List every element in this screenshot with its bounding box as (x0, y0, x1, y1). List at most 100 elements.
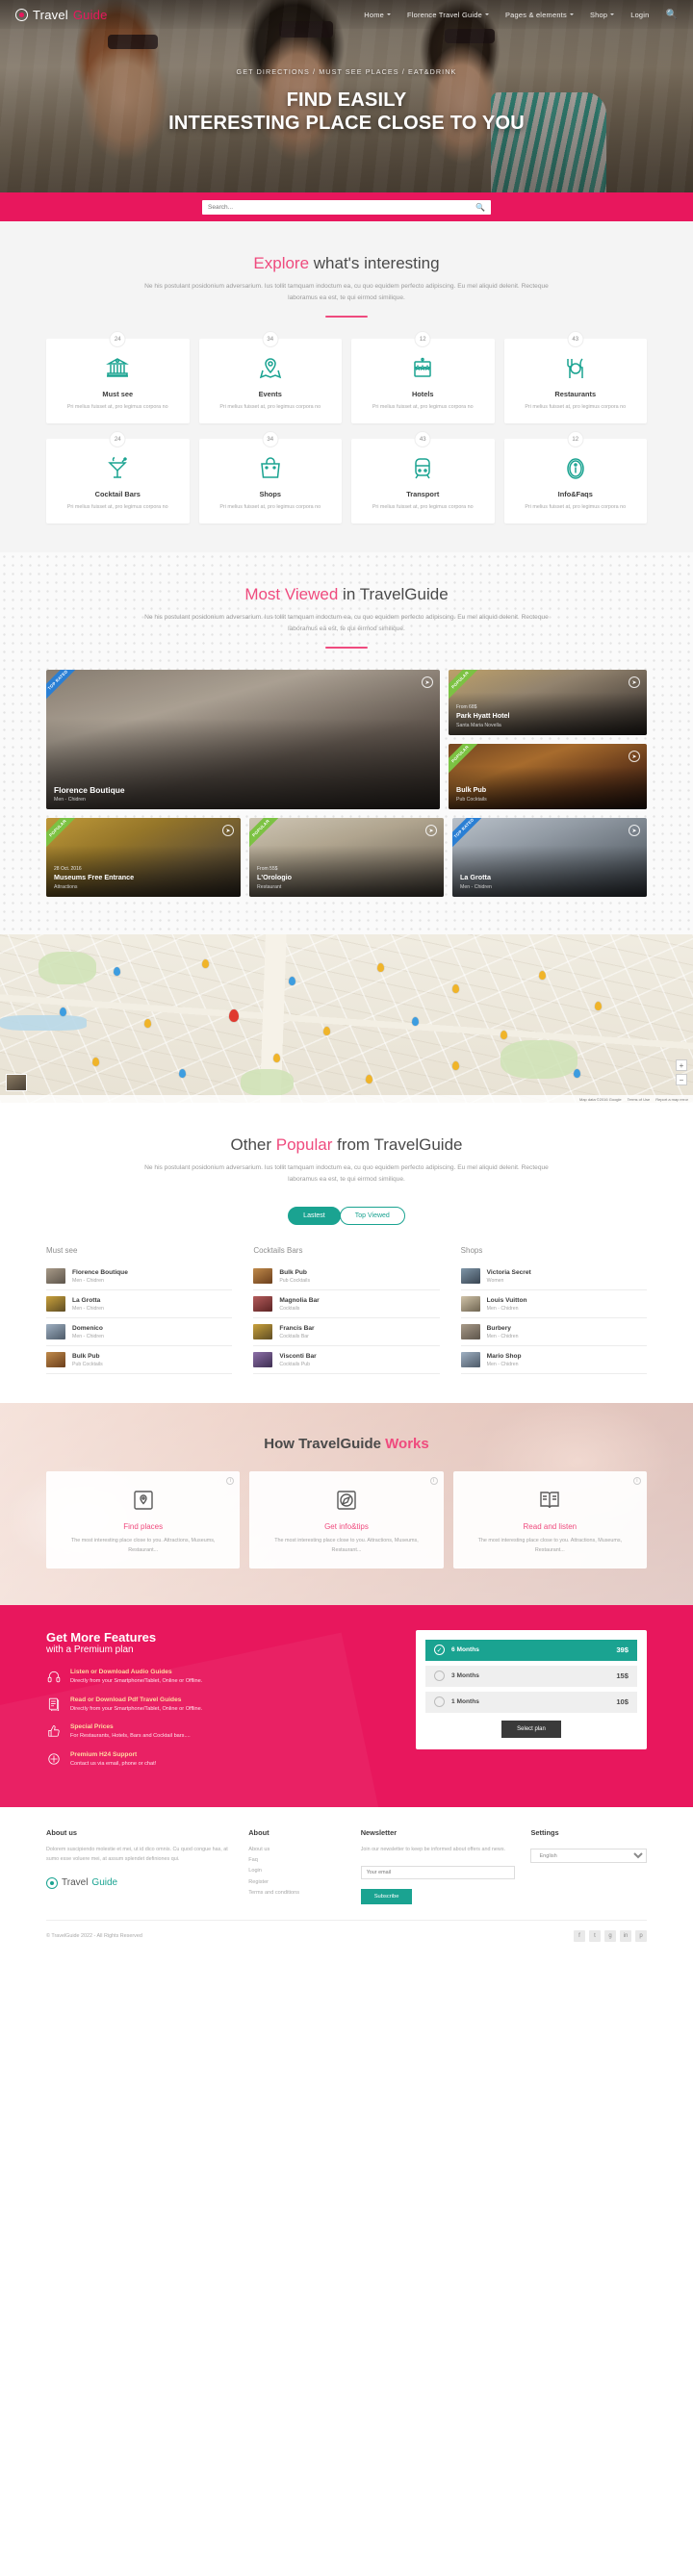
category-card-info-faqs[interactable]: 12 Info&Faqs Pri melius fuisset at, pro … (503, 431, 647, 523)
newsletter-subscribe-button[interactable]: Subscribe (360, 1888, 413, 1904)
gallery-tile-bulk-pub[interactable]: POPULAR ➤ Bulk Pub Pub Cocktails (449, 744, 647, 810)
facebook-icon[interactable]: f (574, 1929, 585, 1942)
list-item[interactable]: Francis Bar Cocktails Bar (253, 1318, 440, 1347)
footer-logo[interactable]: Travel Guide (46, 1876, 233, 1889)
category-desc: Pri melius fuisset at, pro legimus corpo… (219, 504, 321, 511)
map-pin[interactable] (92, 1058, 99, 1067)
list-item[interactable]: Bulk Pub Pub Cocktails (253, 1262, 440, 1291)
list-item[interactable]: La Grotta Men - Chidren (46, 1290, 233, 1319)
search-icon[interactable]: 🔍 (475, 203, 485, 212)
map-pin[interactable] (539, 971, 546, 981)
map-section[interactable]: + − Map data ©2016 Google Terms of Use R… (0, 934, 693, 1104)
map-pin-selected[interactable] (229, 1009, 239, 1023)
map-pin[interactable] (179, 1069, 186, 1079)
map-pin[interactable] (452, 984, 459, 994)
map-report-link[interactable]: Report a map error (655, 1097, 688, 1102)
gallery-tile-la-grotta[interactable]: TOP RATED ➤ La Grotta Men - Chidren (452, 818, 647, 898)
list-item[interactable]: Victoria Secret Women (460, 1262, 647, 1291)
map-pin[interactable] (289, 977, 295, 986)
nav-item-home[interactable]: Home (364, 11, 391, 19)
map-pin[interactable] (202, 959, 209, 969)
list-item[interactable]: Burbery Men - Chidren (460, 1318, 647, 1347)
footer-link-register[interactable]: Register (248, 1877, 345, 1888)
footer-link-terms[interactable]: Terms and conditions (248, 1888, 345, 1899)
category-count-badge: 34 (262, 331, 279, 348)
google-plus-icon[interactable]: g (604, 1929, 616, 1942)
list-item[interactable]: Bulk Pub Pub Cocktails (46, 1346, 233, 1375)
search-input[interactable] (208, 203, 476, 211)
compass-icon[interactable]: ➤ (222, 825, 234, 837)
map-zoom-out-button[interactable]: − (676, 1074, 687, 1086)
map-pin[interactable] (323, 1027, 330, 1036)
works-card-read-and-listen[interactable]: i Read and listen The most interesting p… (452, 1471, 647, 1569)
list-item-thumbnail (253, 1296, 273, 1313)
compass-icon[interactable]: ➤ (629, 825, 640, 837)
map-terms-link[interactable]: Terms of Use (628, 1097, 651, 1102)
language-select[interactable]: English (530, 1849, 647, 1864)
map-pin[interactable] (273, 1054, 280, 1063)
footer-link-about-us[interactable]: About us (248, 1845, 345, 1855)
list-item[interactable]: Mario Shop Men - Chidren (460, 1346, 647, 1375)
compass-icon[interactable]: ➤ (422, 676, 433, 689)
gallery-tile-museums-free-entrance[interactable]: POPULAR ➤ 28 Oct. 2016 Museums Free Entr… (46, 818, 241, 898)
category-card-events[interactable]: 34 Events Pri melius fuisset at, pro leg… (198, 331, 342, 424)
map-pin[interactable] (144, 1019, 151, 1029)
list-item[interactable]: Magnolia Bar Cocktails (253, 1290, 440, 1319)
pinterest-icon[interactable]: p (635, 1929, 647, 1942)
compass-icon[interactable]: ➤ (629, 676, 640, 689)
map-pin[interactable] (500, 1031, 507, 1040)
list-item[interactable]: Louis Vuitton Men - Chidren (460, 1290, 647, 1319)
plan-option-6-months[interactable]: ✓ 6 Months 39$ (425, 1639, 637, 1661)
twitter-icon[interactable]: t (589, 1929, 601, 1942)
map-pin[interactable] (412, 1017, 419, 1027)
category-card-must-see[interactable]: 24 Must see Pri melius fuisset at, pro l… (46, 331, 190, 424)
works-card-find-places[interactable]: i Find places The most interesting place… (46, 1471, 241, 1569)
category-card-hotels[interactable]: 12 Hotels Pri melius fuisset at, pro leg… (351, 331, 495, 424)
shopping-bag-icon (207, 456, 335, 481)
info-icon[interactable]: i (632, 1477, 641, 1486)
map-pin[interactable] (452, 1061, 459, 1071)
plan-option-3-months[interactable]: 3 Months 15$ (425, 1665, 637, 1687)
gallery-tile-florence-boutique[interactable]: TOP RATED ➤ Florence Boutique Men - Chid… (46, 670, 440, 810)
how-it-works-title-accent: Works (385, 1436, 429, 1453)
map-pin[interactable] (595, 1002, 602, 1011)
map-canvas[interactable] (0, 934, 693, 1104)
list-item[interactable]: Domenico Men - Chidren (46, 1318, 233, 1347)
linkedin-icon[interactable]: in (620, 1929, 631, 1942)
compass-icon[interactable]: ➤ (629, 751, 640, 763)
gallery-tile-park-hyatt-hotel[interactable]: POPULAR ➤ From 68$ Park Hyatt Hotel Sant… (449, 670, 647, 736)
footer-link-login[interactable]: Login (248, 1866, 345, 1876)
info-icon[interactable]: i (429, 1477, 438, 1486)
category-card-cocktail-bars[interactable]: 24 Cocktail Bars Pri melius fuisset at, … (46, 431, 190, 523)
nav-item-pages-elements[interactable]: Pages & elements (505, 11, 574, 19)
map-street-view-thumbnail[interactable] (6, 1074, 27, 1092)
footer-heading: Newsletter (360, 1827, 398, 1837)
newsletter-email-input[interactable] (360, 1865, 516, 1879)
works-card-get-info-tips[interactable]: i Get info&tips The most interesting pla… (249, 1471, 444, 1569)
category-card-transport[interactable]: 43 Transport Pri melius fuisset at, pro … (351, 431, 495, 523)
select-plan-button[interactable]: Select plan (501, 1720, 561, 1738)
map-pin[interactable] (574, 1069, 580, 1079)
map-pin[interactable] (366, 1075, 372, 1084)
category-card-restaurants[interactable]: 43 Restaurants Pri melius fuisset at, pr… (503, 331, 647, 424)
list-item[interactable]: Florence Boutique Men - Chidren (46, 1262, 233, 1291)
nav-item-shop[interactable]: Shop (590, 11, 615, 19)
info-icon[interactable]: i (226, 1477, 235, 1486)
toggle-latest[interactable]: Lastest (288, 1207, 341, 1226)
nav-item-login[interactable]: Login (630, 11, 649, 19)
plan-option-1-months[interactable]: 1 Months 10$ (425, 1691, 637, 1713)
category-card-shops[interactable]: 34 Shops Pri melius fuisset at, pro legi… (198, 431, 342, 523)
map-pin[interactable] (377, 963, 384, 973)
footer-link-faq[interactable]: Faq (248, 1855, 345, 1866)
search-icon[interactable]: 🔍 (666, 10, 678, 20)
map-pin[interactable] (60, 1007, 66, 1017)
toggle-top-viewed[interactable]: Top Viewed (339, 1207, 405, 1226)
map-pin[interactable] (114, 967, 120, 977)
gallery-tile-lorologio[interactable]: POPULAR ➤ From 55$ L'Orologio Restaurant (249, 818, 444, 898)
map-zoom-in-button[interactable]: + (676, 1059, 687, 1072)
compass-icon[interactable]: ➤ (425, 825, 437, 837)
list-item[interactable]: Visconti Bar Cocktails Pub (253, 1346, 440, 1375)
nav-item-florence-travel-guide[interactable]: Florence Travel Guide (407, 11, 489, 19)
site-logo[interactable]: Travel Guide (15, 8, 108, 22)
search-box[interactable]: 🔍 (202, 199, 491, 215)
